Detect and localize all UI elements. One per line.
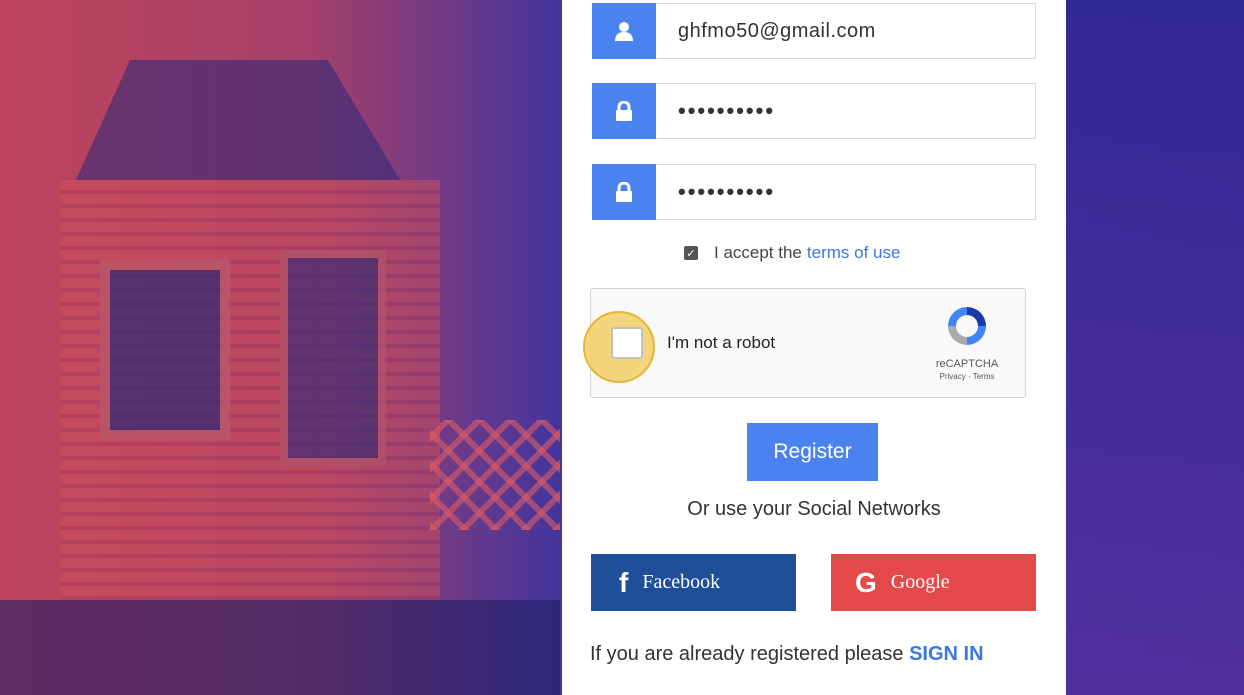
lock-icon <box>592 163 656 220</box>
facebook-button[interactable]: f Facebook <box>591 554 796 611</box>
recaptcha-icon <box>948 307 986 345</box>
google-button[interactable]: G Google <box>831 554 1036 611</box>
background-porch <box>430 420 560 530</box>
password-field[interactable]: •••••••••• <box>592 82 1036 139</box>
background-shadow <box>0 600 560 695</box>
confirm-password-value[interactable]: •••••••••• <box>678 179 775 205</box>
signin-prefix: If you are already registered please <box>590 643 904 665</box>
recaptcha-label: I'm not a robot <box>667 333 776 352</box>
background-window <box>280 250 386 466</box>
user-icon <box>592 2 656 59</box>
background-right <box>1064 0 1244 695</box>
recaptcha-widget: I'm not a robot reCAPTCHA Privacy · Term… <box>583 288 1026 398</box>
password-value[interactable]: •••••••••• <box>678 98 775 124</box>
terms-label: I accept the <box>714 243 802 262</box>
social-heading: Or use your Social Networks <box>687 498 941 520</box>
confirm-password-field[interactable]: •••••••••• <box>592 163 1036 220</box>
email-field[interactable]: ghfmo50@gmail.com <box>592 2 1036 59</box>
google-icon: G <box>855 566 877 598</box>
terms-row: ✓ I accept the terms of use <box>684 243 900 263</box>
terms-checkbox[interactable]: ✓ <box>684 246 698 260</box>
register-button[interactable]: Register <box>747 423 878 481</box>
signin-row: If you are already registered please SIG… <box>590 643 984 666</box>
terms-link[interactable]: terms of use <box>807 243 901 263</box>
lock-icon <box>592 82 656 139</box>
recaptcha-brand: reCAPTCHA <box>935 358 999 370</box>
recaptcha-privacy-terms[interactable]: Privacy · Terms <box>927 372 1007 381</box>
google-label: Google <box>890 571 950 593</box>
recaptcha-checkbox[interactable] <box>611 327 643 359</box>
background-window <box>100 260 230 440</box>
register-card: ghfmo50@gmail.com •••••••••• •••••••••• … <box>562 0 1066 695</box>
facebook-icon: f <box>619 566 629 598</box>
signin-link[interactable]: SIGN IN <box>909 643 983 665</box>
recaptcha-logo: reCAPTCHA Privacy · Terms <box>927 303 1007 381</box>
facebook-label: Facebook <box>642 571 721 593</box>
email-value[interactable]: ghfmo50@gmail.com <box>678 20 876 43</box>
